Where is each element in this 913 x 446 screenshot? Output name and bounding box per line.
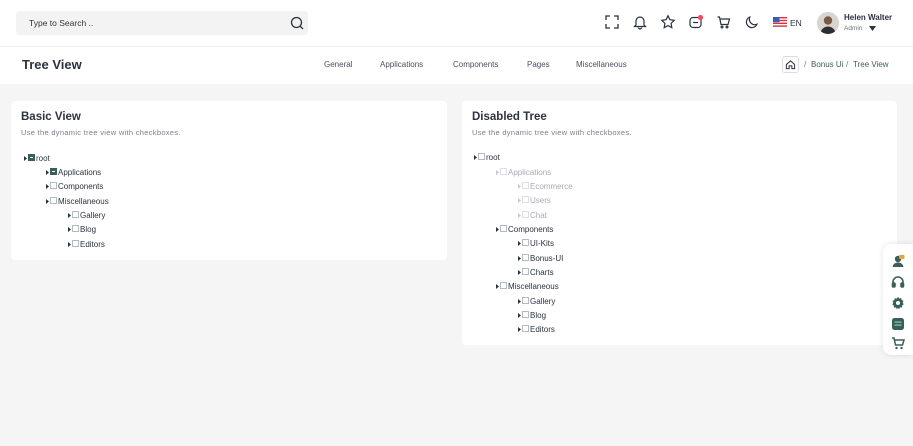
tree-node-label: Gallery bbox=[530, 297, 556, 306]
messages-icon[interactable] bbox=[688, 14, 704, 30]
tree-node-label: Blog bbox=[80, 225, 97, 234]
tree-node-label: Miscellaneous bbox=[508, 282, 559, 291]
bell-icon[interactable] bbox=[632, 14, 648, 30]
tree-checkbox[interactable] bbox=[500, 225, 507, 232]
tree-checkbox bbox=[522, 211, 529, 218]
tree-node-label: UI-Kits bbox=[530, 239, 554, 248]
top-header: EN Helen Walter Admin bbox=[0, 0, 913, 47]
tree-checkbox[interactable] bbox=[522, 325, 529, 332]
tree-node-label: root bbox=[486, 153, 500, 162]
tree-checkbox[interactable] bbox=[478, 153, 485, 160]
user-name[interactable]: Helen Walter bbox=[844, 13, 892, 22]
tree-checkbox[interactable] bbox=[522, 268, 529, 275]
moon-icon[interactable] bbox=[744, 14, 760, 30]
tree-node-label: Bonus-UI bbox=[530, 254, 564, 263]
card-subtitle: Use the dynamic tree view with checkboxe… bbox=[21, 128, 181, 137]
user-chat-icon[interactable] bbox=[891, 254, 905, 268]
tree-checkbox[interactable] bbox=[72, 240, 79, 247]
breadcrumb-parent[interactable]: Bonus Ui bbox=[811, 60, 843, 69]
tree-node-label: Components bbox=[58, 182, 104, 191]
search-input[interactable] bbox=[16, 11, 284, 35]
tree-checkbox[interactable] bbox=[522, 297, 529, 304]
tree-node-label: Applications bbox=[508, 168, 552, 177]
gear-icon[interactable] bbox=[891, 296, 905, 310]
card-title: Disabled Tree bbox=[472, 111, 547, 123]
nav-pages[interactable]: Pages bbox=[527, 60, 550, 69]
tree-checkbox[interactable] bbox=[522, 311, 529, 318]
us-flag-icon[interactable] bbox=[773, 17, 787, 27]
breadcrumb-separator: / bbox=[846, 60, 849, 69]
tree-node-label: Applications bbox=[58, 168, 102, 177]
avatar[interactable] bbox=[817, 12, 839, 34]
tree-node-label: Ecommerce bbox=[530, 182, 573, 191]
tree-checkbox[interactable] bbox=[72, 225, 79, 232]
chevron-down-icon[interactable] bbox=[869, 26, 876, 31]
tree-checkbox[interactable] bbox=[522, 239, 529, 246]
card-subtitle: Use the dynamic tree view with checkboxe… bbox=[472, 128, 632, 137]
tree-checkbox bbox=[522, 196, 529, 203]
tree-node-label: Users bbox=[530, 196, 551, 205]
search-bar bbox=[16, 11, 308, 35]
home-icon bbox=[785, 60, 796, 70]
tree-node-label: Chat bbox=[530, 211, 547, 220]
disabled-tree-card: Disabled Tree Use the dynamic tree view … bbox=[462, 101, 897, 345]
tree-node-label: Miscellaneous bbox=[58, 197, 109, 206]
star-icon[interactable] bbox=[660, 14, 676, 30]
tree-checkbox[interactable] bbox=[72, 211, 79, 218]
tree-checkbox bbox=[500, 168, 507, 175]
tree-checkbox[interactable] bbox=[50, 182, 57, 189]
tree-node-label: Blog bbox=[530, 311, 547, 320]
search-icon[interactable] bbox=[289, 15, 305, 31]
tree-node-label: Charts bbox=[530, 268, 554, 277]
fullscreen-icon[interactable] bbox=[604, 14, 620, 30]
tree-checkbox[interactable] bbox=[500, 282, 507, 289]
tree-checkbox[interactable] bbox=[50, 197, 57, 204]
cart-icon[interactable] bbox=[716, 14, 732, 30]
tree-node-label: Editors bbox=[80, 240, 105, 249]
tree-checkbox[interactable] bbox=[50, 168, 57, 175]
shopping-cart-icon[interactable] bbox=[891, 336, 905, 350]
tree-checkbox bbox=[522, 182, 529, 189]
headset-icon[interactable] bbox=[891, 275, 905, 289]
tree-node-label: Gallery bbox=[80, 211, 106, 220]
user-role: Admin bbox=[844, 25, 863, 32]
nav-general[interactable]: General bbox=[324, 60, 352, 69]
tree-checkbox[interactable] bbox=[28, 154, 35, 161]
tree-node-label: root bbox=[36, 154, 50, 163]
breadcrumb-current: Tree View bbox=[853, 60, 889, 69]
floating-toolbar bbox=[883, 244, 913, 355]
breadcrumb-separator: / bbox=[804, 60, 807, 69]
tree-node-label: Components bbox=[508, 225, 554, 234]
nav-components[interactable]: Components bbox=[453, 60, 498, 69]
layout-icon[interactable] bbox=[891, 317, 905, 331]
language-code[interactable]: EN bbox=[790, 18, 802, 28]
nav-applications[interactable]: Applications bbox=[380, 60, 423, 69]
breadcrumb-home[interactable] bbox=[782, 56, 799, 73]
page-title: Tree View bbox=[22, 57, 82, 72]
nav-miscellaneous[interactable]: Miscellaneous bbox=[576, 60, 627, 69]
tree-node-label: Editors bbox=[530, 325, 555, 334]
basic-view-card: Basic View Use the dynamic tree view wit… bbox=[11, 101, 447, 260]
tree-checkbox[interactable] bbox=[522, 254, 529, 261]
card-title: Basic View bbox=[21, 111, 81, 123]
